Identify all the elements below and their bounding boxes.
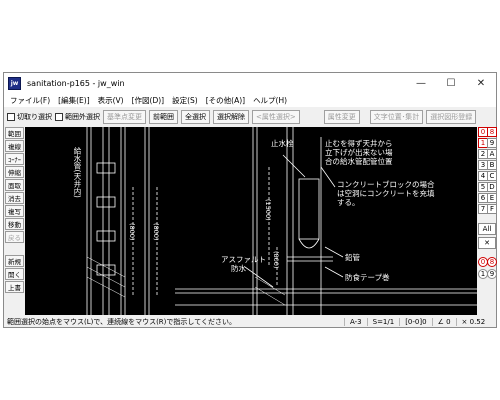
tool-parallel-line[interactable]: 複線	[5, 140, 24, 152]
window-controls: — ☐ ✕	[406, 73, 496, 93]
tool-new[interactable]: 新規	[5, 255, 24, 267]
tool-corner[interactable]: ｺｰﾅｰ	[5, 153, 24, 165]
menu-draw[interactable]: [作図(D)]	[128, 95, 168, 106]
note-asphalt-1: アスファルト	[221, 255, 266, 264]
base-point-button[interactable]: 基準点変更	[103, 109, 146, 124]
layer-9[interactable]: 9	[487, 138, 497, 148]
all-layers-button[interactable]: All	[478, 223, 496, 235]
layer-e[interactable]: E	[487, 193, 497, 203]
attribute-select-button[interactable]: <属性選択>	[252, 109, 300, 124]
outside-select-checkbox[interactable]: 範囲外選択	[55, 112, 100, 122]
layer-c[interactable]: C	[487, 171, 497, 181]
status-paper[interactable]: A-3	[344, 318, 367, 326]
note-block-3: する。	[337, 198, 360, 207]
note-block-2: は空洞にコンクリートを充填	[337, 189, 435, 198]
layer-8[interactable]: 8	[487, 127, 497, 137]
select-all-button[interactable]: 全選択	[181, 109, 210, 124]
tool-extend[interactable]: 伸縮	[5, 166, 24, 178]
minimize-button[interactable]: —	[406, 73, 436, 93]
register-shape-button[interactable]: 選択図形登録	[426, 109, 477, 124]
checkbox-icon	[55, 112, 63, 121]
cancel-select-button[interactable]: 選択解除	[213, 109, 249, 124]
dim-800-left: (800)	[128, 223, 136, 241]
drawing-canvas[interactable]: 止水栓 止むを得ず天井から 立下げが出来ない場 合の給水管配管位置 コンクリート…	[25, 127, 477, 315]
checkbox-icon	[7, 112, 15, 121]
tool-erase[interactable]: 消去	[5, 192, 24, 204]
note-lead-pipe: 鉛管	[345, 253, 360, 262]
dim-800-right: (800)	[152, 223, 160, 241]
title-bar: jw sanitation-p165 - jw_win — ☐ ✕	[4, 73, 496, 93]
tool-chamfer[interactable]: 面取	[5, 179, 24, 191]
note-anticorrosion-tape: 防食テープ巻	[345, 273, 390, 282]
menu-settings[interactable]: 設定(S)	[168, 95, 202, 106]
outside-select-label: 範囲外選択	[65, 112, 100, 121]
status-scale[interactable]: S=1/1	[366, 318, 400, 326]
note-asphalt-2: 防水	[231, 264, 246, 273]
tool-copy[interactable]: 複写	[5, 205, 24, 217]
status-zoom[interactable]: × 0.52	[455, 318, 491, 326]
note-ceiling-2: 立下げが出来ない場	[325, 148, 393, 157]
tool-move[interactable]: 移動	[5, 218, 24, 230]
layer-f[interactable]: F	[487, 204, 497, 214]
menu-help[interactable]: ヘルプ(H)	[249, 95, 291, 106]
cut-select-label: 切取り選択	[17, 112, 52, 121]
layer-circle-8[interactable]: 8	[487, 257, 497, 267]
status-bar: 範囲選択の始点をマウス(L)で、連続線をマウス(R)で指示してください。 A-3…	[4, 316, 496, 328]
app-window: jw sanitation-p165 - jw_win — ☐ ✕ ファイル(F…	[3, 72, 497, 328]
window-title: sanitation-p165 - jw_win	[27, 78, 125, 88]
text-position-button[interactable]: 文字位置･集計	[369, 109, 424, 124]
layer-circle-9[interactable]: 9	[487, 269, 497, 279]
left-tool-panel: 範囲 複線 ｺｰﾅｰ 伸縮 面取 消去 複写 移動 戻る 新規 開く 上書	[4, 127, 24, 315]
layer-panel: 0 1 2 3 4 5 6 7 8 9 A B C D E F All ✕ 0 …	[478, 127, 497, 315]
maximize-button[interactable]: ☐	[436, 73, 466, 93]
status-layer[interactable]: [0-0]0	[399, 318, 431, 326]
note-block-1: コンクリートブロックの場合	[337, 180, 435, 189]
cad-drawing	[86, 127, 477, 315]
attribute-change-button[interactable]: 属性変更	[323, 109, 360, 124]
tool-open[interactable]: 開く	[5, 268, 24, 280]
cut-select-checkbox[interactable]: 切取り選択	[7, 112, 52, 122]
layer-cancel-icon[interactable]: ✕	[478, 237, 496, 249]
note-ceiling-1: 止むを得ず天井から	[325, 139, 393, 148]
note-water-pipe: 給水管(天井内)	[73, 147, 82, 198]
close-button[interactable]: ✕	[466, 73, 496, 93]
dim-800-mid: (800)	[272, 251, 280, 269]
dim-1500: (1500)	[264, 199, 272, 221]
layer-a[interactable]: A	[487, 149, 497, 159]
tool-range[interactable]: 範囲	[5, 127, 24, 139]
note-ceiling-3: 合の給水管配管位置	[325, 157, 393, 166]
status-angle[interactable]: ∠ 0	[431, 318, 456, 326]
menu-file[interactable]: ファイル(F)	[6, 95, 54, 106]
menu-other[interactable]: [その他(A)]	[202, 95, 249, 106]
note-stop-valve: 止水栓	[271, 139, 294, 148]
layer-d[interactable]: D	[487, 182, 497, 192]
jw-app-icon: jw	[8, 76, 21, 90]
previous-range-button[interactable]: 前範囲	[149, 109, 178, 124]
layer-b[interactable]: B	[487, 160, 497, 170]
menu-bar: ファイル(F) [編集(E)] 表示(V) [作図(D)] 設定(S) [その他…	[4, 93, 496, 107]
menu-view[interactable]: 表示(V)	[94, 95, 128, 106]
tool-undo[interactable]: 戻る	[5, 231, 24, 243]
menu-edit[interactable]: [編集(E)]	[54, 95, 93, 106]
tool-overwrite[interactable]: 上書	[5, 281, 24, 293]
status-message: 範囲選択の始点をマウス(L)で、連続線をマウス(R)で指示してください。	[7, 318, 236, 326]
selection-toolbar: 切取り選択 範囲外選択 基準点変更 前範囲 全選択 選択解除 <属性選択> 属性…	[4, 108, 496, 125]
